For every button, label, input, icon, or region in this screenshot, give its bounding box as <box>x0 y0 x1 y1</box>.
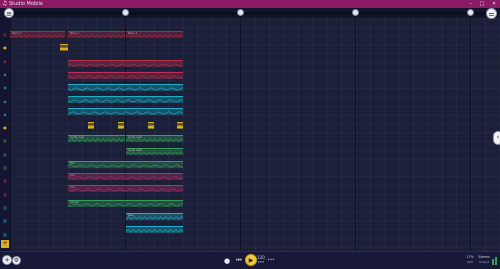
keyboard-icon[interactable]: ▥ <box>2 139 8 143</box>
track-list: ▥ ● ◈ ◈ ◈ ◈ ◈ ● ▥ ▥ ▥ ▥ ▥ ▥ ▥ ▥ + <box>0 18 10 251</box>
clip-waveform <box>68 188 183 192</box>
app-title: Studio Mobile <box>9 1 43 7</box>
clip[interactable] <box>68 72 183 79</box>
clip-waveform <box>126 138 183 142</box>
clip[interactable] <box>68 84 183 91</box>
clip-waveform <box>177 125 183 129</box>
keyboard-icon[interactable]: ▥ <box>2 232 8 237</box>
timeline-marker[interactable] <box>467 9 474 16</box>
drum-icon[interactable]: ◈ <box>2 99 8 104</box>
clip[interactable] <box>60 44 68 51</box>
clip[interactable]: Piano 1 <box>68 31 125 38</box>
clip[interactable]: Piano 1 <box>10 31 65 38</box>
timeline-marker[interactable] <box>122 9 129 16</box>
minimize-button[interactable]: – <box>466 0 476 8</box>
more-options-button[interactable]: ••• <box>266 256 276 264</box>
clip-waveform <box>68 111 183 115</box>
inspector-toggle-button[interactable]: ‹ <box>493 131 500 145</box>
level-meter <box>492 256 498 265</box>
clip[interactable]: Arp <box>68 185 183 192</box>
keyboard-icon[interactable]: ▥ <box>2 33 8 37</box>
clip[interactable]: Piano 1 <box>126 31 183 38</box>
drum-icon[interactable]: ◈ <box>2 72 8 77</box>
keyboard-icon[interactable]: ▥ <box>2 179 8 183</box>
mic-icon[interactable]: ● <box>2 46 8 50</box>
clip[interactable]: Synth Lead <box>68 135 125 142</box>
clip[interactable]: Pad <box>68 161 183 168</box>
clip-waveform <box>60 47 68 51</box>
clip-waveform <box>68 203 183 207</box>
clip[interactable]: Chords <box>68 200 183 207</box>
mic-icon[interactable]: ● <box>2 126 8 130</box>
clip-waveform <box>88 125 94 129</box>
clip[interactable] <box>148 122 154 129</box>
drum-icon[interactable]: ◈ <box>2 86 8 90</box>
add-track-chip[interactable]: + <box>1 240 9 248</box>
app-logo-icon: ♫ <box>2 0 8 7</box>
timeline-marker[interactable] <box>352 9 359 16</box>
clip-waveform <box>148 125 154 129</box>
clip-waveform <box>126 34 183 38</box>
output-mode-label: Output <box>478 260 490 264</box>
keyboard-icon[interactable]: ▥ <box>2 166 8 170</box>
rewind-button[interactable]: ⏮ <box>234 256 244 266</box>
clip-waveform <box>68 138 125 142</box>
clip-waveform <box>68 176 183 180</box>
clip[interactable] <box>88 122 94 129</box>
timeline-ruler[interactable] <box>10 12 488 15</box>
record-button[interactable]: ● <box>222 256 232 266</box>
cpu-meter-label: CPU <box>466 260 474 264</box>
clip-waveform <box>10 34 65 38</box>
clip-waveform <box>126 229 183 233</box>
tempo-unit: BPM <box>257 260 265 264</box>
clip[interactable] <box>68 60 183 67</box>
clip-waveform <box>68 99 183 103</box>
clip[interactable] <box>68 108 183 115</box>
clip-waveform <box>126 216 183 220</box>
clip-waveform <box>68 34 125 38</box>
transport-bar: + ⚙ ● ⏮ ▶ 120 BPM ••• 17% CPU Stereo Out… <box>0 251 500 269</box>
clip[interactable] <box>177 122 183 129</box>
timeline-marker[interactable] <box>237 9 244 16</box>
title-bar: ♫ Studio Mobile – □ ✕ <box>0 0 500 8</box>
clip[interactable]: Bass <box>126 213 183 220</box>
clip[interactable] <box>126 226 183 233</box>
keyboard-icon[interactable]: ▥ <box>2 152 8 157</box>
keyboard-icon[interactable]: ▥ <box>2 205 8 210</box>
app-window: ♫ Studio Mobile – □ ✕ ≡ ⚌ ▥ ● ◈ ◈ ◈ ◈ ◈ ● ▥ ▥ ▥ ▥ ▥ ▥… <box>0 0 500 269</box>
track-menu-button[interactable]: ≡ <box>4 8 14 18</box>
clip-waveform <box>126 151 183 155</box>
drum-icon[interactable]: ◈ <box>2 112 8 117</box>
keyboard-icon[interactable]: ▥ <box>2 192 8 197</box>
maximize-button[interactable]: □ <box>477 0 487 8</box>
keyboard-icon[interactable]: ▥ <box>2 219 8 223</box>
clip-waveform <box>68 87 183 91</box>
clip-waveform <box>118 125 124 129</box>
close-button[interactable]: ✕ <box>489 0 499 8</box>
clip[interactable]: Arp <box>68 173 183 180</box>
clip[interactable] <box>68 96 183 103</box>
add-track-button[interactable]: + <box>2 255 12 265</box>
clip[interactable] <box>118 122 124 129</box>
clip-waveform <box>68 164 183 168</box>
clip[interactable]: Synth Lead <box>126 148 183 155</box>
drum-icon[interactable]: ◈ <box>2 59 8 64</box>
clip-waveform <box>68 75 183 79</box>
clip[interactable]: Synth Lead <box>126 135 183 142</box>
settings-button[interactable]: ⚙ <box>12 256 21 265</box>
clip-waveform <box>68 63 183 67</box>
